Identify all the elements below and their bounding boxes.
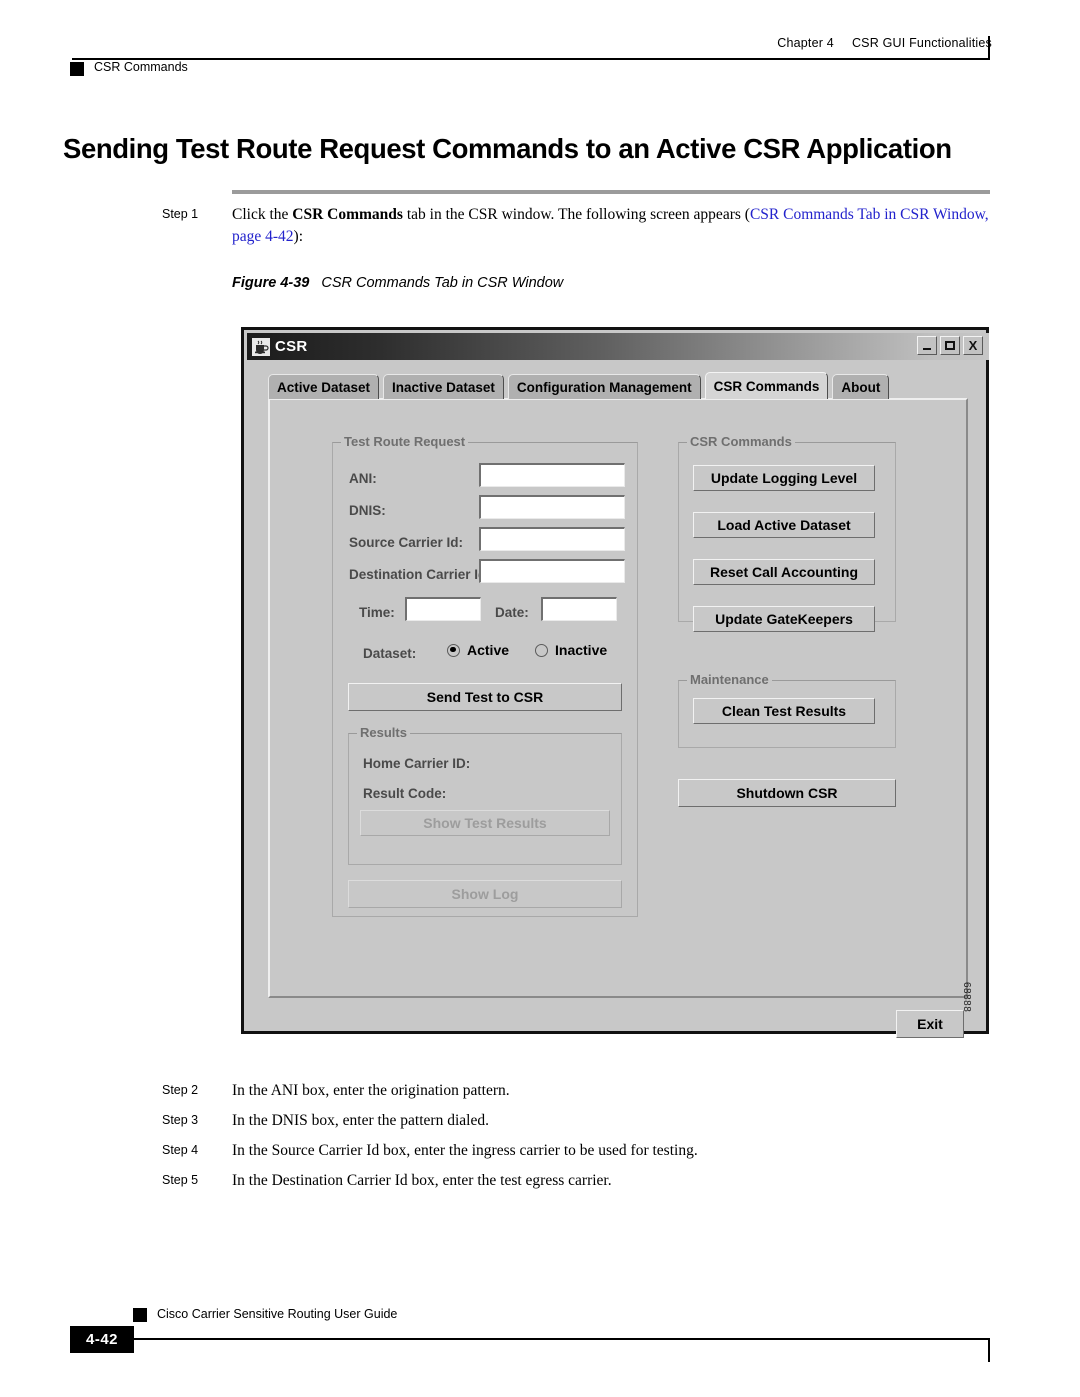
step-4-label: Step 4 [162, 1143, 199, 1157]
page-number: 4-42 [70, 1326, 134, 1353]
header-chapter-number: Chapter 4 [777, 36, 834, 50]
close-button[interactable]: X [963, 336, 983, 355]
window-title-text: CSR [275, 338, 308, 355]
maintenance-group-title: Maintenance [687, 672, 772, 687]
dnis-label: DNIS: [349, 503, 386, 518]
radio-selected-icon [447, 643, 460, 657]
minimize-icon [923, 347, 931, 351]
step-1-seg-2: tab in the CSR window. The following scr… [402, 206, 750, 223]
footer-guide-title: Cisco Carrier Sensitive Routing User Gui… [157, 1307, 398, 1321]
dataset-radio-inactive[interactable]: Inactive [535, 642, 607, 658]
window-title-bar: CSR X [247, 333, 989, 360]
header-rule [72, 58, 990, 61]
figure-doc-id: 68888 [961, 982, 972, 1013]
step-4-text: In the Source Carrier Id box, enter the … [232, 1142, 698, 1159]
figure-number: Figure 4-39 [232, 275, 310, 291]
results-group-title: Results [357, 725, 410, 740]
header-right-tick [988, 36, 991, 60]
step-2-label: Step 2 [162, 1083, 199, 1097]
step-1-seg-1: CSR Commands [292, 206, 403, 223]
step-5-text: In the Destination Carrier Id box, enter… [232, 1172, 612, 1189]
tab-about[interactable]: About [832, 374, 890, 399]
dataset-radio-active-label: Active [467, 642, 510, 658]
figure-title: CSR Commands Tab in CSR Window [321, 275, 564, 291]
step-5-label: Step 5 [162, 1173, 199, 1187]
source-carrier-id-input[interactable] [479, 527, 625, 551]
show-log-button[interactable]: Show Log [348, 880, 622, 908]
footer-right-tick [988, 1338, 991, 1362]
tab-bar: Active Dataset Inactive Dataset Configur… [268, 372, 893, 399]
minimize-button[interactable] [917, 336, 937, 355]
shutdown-csr-button[interactable]: Shutdown CSR [678, 779, 896, 807]
step-1-label: Step 1 [162, 207, 199, 221]
update-gatekeepers-button[interactable]: Update GateKeepers [693, 606, 875, 632]
footer-bullet-marker [133, 1308, 147, 1322]
radio-unselected-icon [535, 643, 548, 657]
test-route-request-group-title: Test Route Request [341, 434, 469, 449]
update-logging-level-button[interactable]: Update Logging Level [693, 465, 875, 491]
header-chapter-title: CSR GUI Functionalities [851, 36, 992, 50]
step-1-text: Click the CSR Commands tab in the CSR wi… [232, 204, 992, 247]
show-test-results-button[interactable]: Show Test Results [360, 810, 610, 836]
reset-call-accounting-button[interactable]: Reset Call Accounting [693, 559, 875, 585]
ani-input[interactable] [479, 463, 625, 487]
result-code-label: Result Code: [363, 786, 447, 801]
dnis-input[interactable] [479, 495, 625, 519]
exit-button[interactable]: Exit [896, 1010, 964, 1038]
java-coffee-cup-icon [252, 337, 270, 356]
running-head: CSR Commands [94, 60, 188, 74]
tab-configuration-management[interactable]: Configuration Management [507, 374, 701, 399]
dataset-radio-inactive-label: Inactive [555, 642, 608, 658]
home-carrier-id-label: Home Carrier ID: [363, 756, 471, 771]
ani-label: ANI: [349, 471, 377, 486]
results-group: Results Home Carrier ID: Result Code: Sh… [348, 725, 622, 865]
load-active-dataset-button[interactable]: Load Active Dataset [693, 512, 875, 538]
tab-active-dataset[interactable]: Active Dataset [268, 374, 380, 399]
clean-test-results-button[interactable]: Clean Test Results [693, 698, 875, 724]
destination-carrier-id-label: Destination Carrier Id: [349, 567, 491, 582]
date-label: Date: [495, 605, 529, 620]
time-input[interactable] [405, 597, 481, 621]
csr-commands-group: CSR Commands Update Logging Level Load A… [678, 434, 896, 632]
maximize-button[interactable] [940, 336, 960, 355]
step-3-label: Step 3 [162, 1113, 199, 1127]
test-route-request-group: Test Route Request ANI: DNIS: Source Car… [332, 434, 638, 917]
maintenance-group: Maintenance Clean Test Results [678, 672, 896, 748]
csr-commands-group-title: CSR Commands [687, 434, 795, 449]
page-header: Chapter 4 CSR GUI Functionalities CSR Com… [0, 36, 1080, 86]
source-carrier-id-label: Source Carrier Id: [349, 535, 464, 550]
footer-rule [133, 1338, 990, 1341]
step-3-text: In the DNIS box, enter the pattern diale… [232, 1112, 489, 1129]
window-controls: X [917, 336, 983, 355]
header-chapter-info: Chapter 4 CSR GUI Functionalities [777, 36, 992, 50]
tab-content-panel: Test Route Request ANI: DNIS: Source Car… [268, 398, 968, 998]
page-title: Sending Test Route Request Commands to a… [63, 133, 952, 164]
tab-csr-commands[interactable]: CSR Commands [704, 372, 829, 399]
step-2-text: In the ANI box, enter the origination pa… [232, 1082, 510, 1099]
tab-inactive-dataset[interactable]: Inactive Dataset [383, 374, 504, 399]
header-bullet-marker [70, 62, 84, 76]
dataset-radio-active[interactable]: Active [447, 642, 509, 658]
send-test-to-csr-button[interactable]: Send Test to CSR [348, 683, 622, 711]
maximize-icon [945, 341, 955, 350]
step-1-seg-0: Click the [232, 206, 293, 223]
csr-application-window: CSR X Active Dataset Inactive Dataset Co… [241, 327, 989, 1038]
destination-carrier-id-input[interactable] [479, 559, 625, 583]
date-input[interactable] [541, 597, 617, 621]
figure-caption: Figure 4-39 CSR Commands Tab in CSR Windo… [232, 275, 563, 291]
time-label: Time: [359, 605, 395, 620]
section-rule [232, 190, 990, 194]
step-1-seg-4: ): [293, 227, 304, 245]
dataset-label: Dataset: [363, 646, 417, 661]
